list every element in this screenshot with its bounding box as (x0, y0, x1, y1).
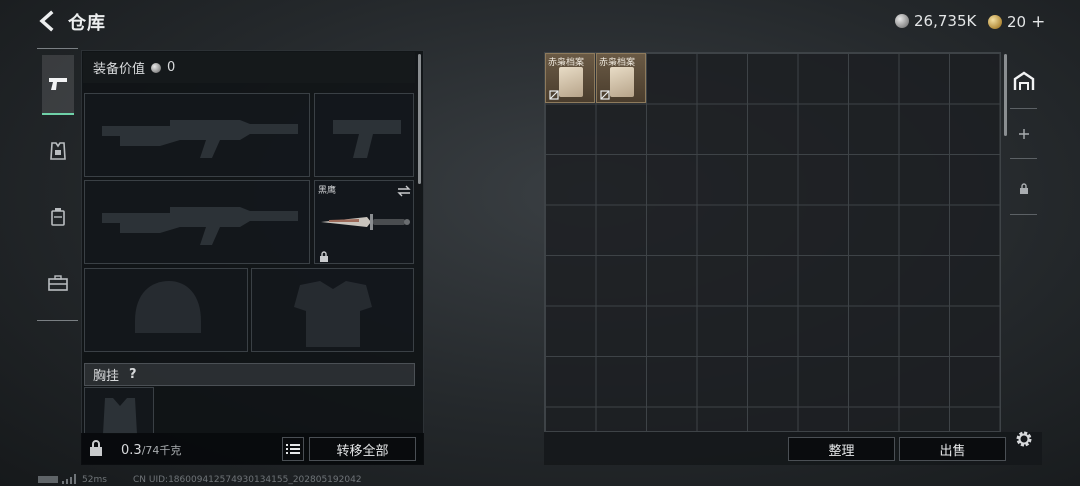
chest-rig-label: 胸挂 (93, 369, 120, 384)
equipment-scrollbar[interactable] (418, 54, 421, 184)
lock-icon (320, 251, 328, 262)
document-icon (559, 67, 583, 97)
sell-button[interactable]: 出售 (899, 437, 1006, 461)
list-icon (286, 444, 300, 454)
no-sell-icon (549, 90, 559, 100)
help-icon[interactable]: ? (129, 367, 137, 382)
stash-item[interactable]: 赤枭档案 (545, 53, 595, 103)
silver-coin-icon (895, 14, 909, 28)
tab-containers[interactable] (42, 266, 74, 300)
chest-rig-slot[interactable] (84, 387, 154, 434)
helmet-slot[interactable] (84, 268, 248, 352)
rail-divider-top (37, 48, 78, 49)
locked-stash-page[interactable] (1005, 176, 1042, 200)
pistol-icon (49, 78, 67, 90)
plus-icon (1018, 129, 1029, 139)
stash-page-main[interactable] (1005, 66, 1042, 96)
sidearm-slot[interactable] (314, 93, 414, 177)
melee-slot[interactable]: 黑鹰 (314, 180, 414, 264)
list-view-button[interactable] (282, 437, 304, 461)
tab-armor[interactable] (42, 134, 74, 168)
rail-separator (1010, 158, 1037, 159)
rail-separator (1010, 214, 1037, 215)
stash-item[interactable]: 赤枭档案 (596, 53, 646, 103)
organize-button[interactable]: 整理 (788, 437, 895, 461)
secondary-weapon-slot[interactable] (84, 180, 310, 264)
transfer-all-button[interactable]: 转移全部 (309, 437, 416, 461)
rail-separator (1010, 108, 1037, 109)
armor-slot[interactable] (251, 268, 414, 352)
settings-gear-icon[interactable] (1014, 429, 1034, 453)
lock-icon (1019, 182, 1028, 194)
vest-silhouette-icon (294, 281, 372, 347)
warehouse-icon (1013, 71, 1034, 90)
rail-divider-bottom (37, 320, 78, 321)
signal-icon (62, 474, 76, 484)
silver-currency: 26,735K (895, 12, 976, 30)
backpack-icon (51, 208, 65, 226)
chest-rig-section-header: 胸挂 ? (84, 363, 415, 386)
add-gold-button[interactable]: + (1031, 12, 1045, 32)
weight-lock-icon (90, 440, 102, 456)
armor-vest-icon (50, 142, 66, 160)
ping-readout: 52ms (82, 475, 107, 485)
swap-icon[interactable] (397, 185, 411, 197)
knife-icon (321, 214, 410, 230)
silver-amount: 26,735K (914, 12, 977, 30)
equipment-value-amount: 0 (167, 60, 176, 75)
no-sell-icon (600, 90, 610, 100)
user-uid: CN UID:18600941257493013415​5_2028051920… (133, 475, 362, 485)
gold-currency[interactable]: 20 + (988, 12, 1045, 32)
equipment-value-bar: 装备价值 0 (83, 52, 415, 83)
capacity-max: /74千克 (141, 444, 182, 457)
equipment-value-label: 装备价值 (93, 62, 146, 77)
stash-grid[interactable] (544, 52, 1001, 432)
page-title: 仓库 (68, 13, 106, 34)
tab-weapons[interactable] (42, 55, 74, 115)
rifle-silhouette-icon (102, 207, 298, 245)
pistol-silhouette-icon (333, 120, 401, 158)
battery-icon (38, 476, 58, 483)
melee-item-name: 黑鹰 (318, 186, 337, 196)
silver-coin-icon (151, 62, 162, 73)
helmet-silhouette-icon (135, 281, 201, 333)
briefcase-icon (48, 275, 68, 291)
tab-backpack[interactable] (42, 200, 74, 234)
document-icon (610, 67, 634, 97)
capacity-current: 0.3 (121, 443, 142, 458)
gold-coin-icon (988, 15, 1002, 29)
chest-rig-silhouette-icon (103, 398, 137, 434)
back-arrow-icon[interactable] (36, 10, 58, 32)
primary-weapon-slot[interactable] (84, 93, 310, 177)
gold-amount: 20 (1007, 13, 1027, 31)
capacity-readout: 0.3/74千克 (121, 442, 181, 458)
add-stash-page-button[interactable] (1005, 122, 1042, 146)
rifle-silhouette-icon (102, 120, 298, 158)
